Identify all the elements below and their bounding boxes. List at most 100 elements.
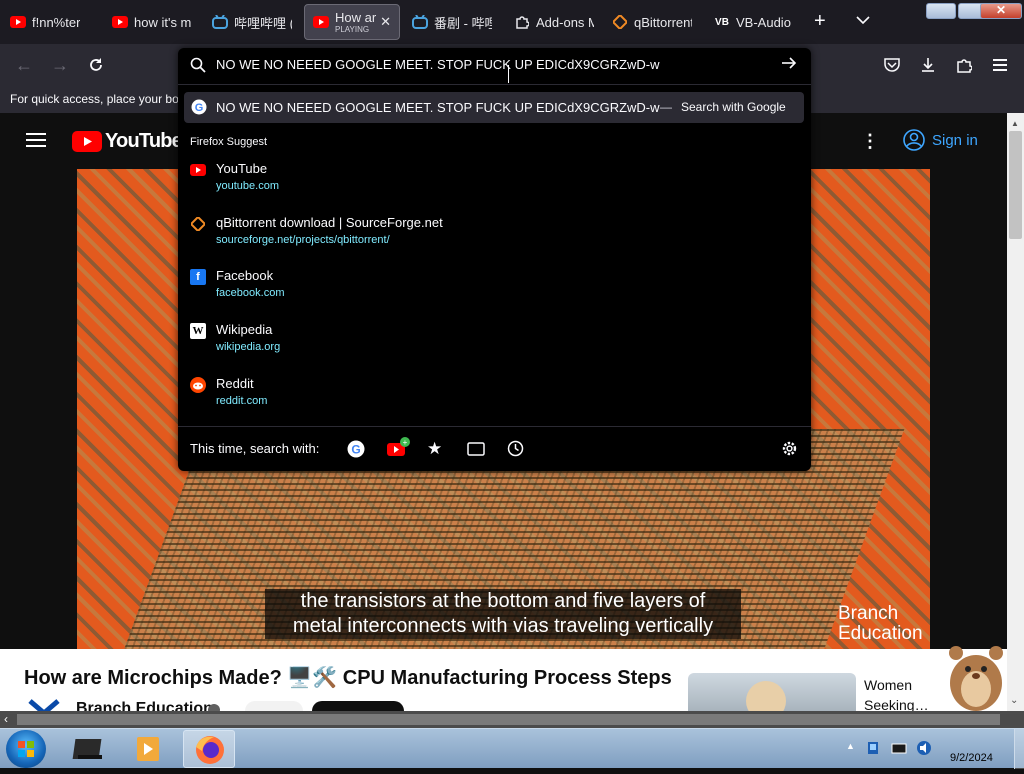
ad-person-image [746,681,786,711]
watermark-line-1: Branch [838,603,899,624]
this-time-search-label: This time, search with: [190,441,320,456]
list-all-tabs-chevron-icon[interactable] [856,12,870,30]
horizontal-scroll-thumb[interactable] [17,714,1000,725]
tab-label: qBittorrent [634,14,692,30]
ad-thumbnail[interactable] [688,673,856,711]
tab-3[interactable]: 哔哩哔哩 ( [212,4,292,40]
scroll-down-arrow-icon[interactable]: ⌄ [1010,695,1018,706]
downloads-icon[interactable] [916,53,940,77]
youtube-logo[interactable]: YouTube [72,130,183,153]
youtube-engine-icon[interactable]: + [387,437,411,460]
firefox-suggest-heading: Firefox Suggest [190,136,268,148]
minimize-button[interactable] [926,3,956,19]
scroll-up-arrow-icon[interactable]: ▲ [1011,119,1019,128]
tab-label: Add-ons M [536,14,594,30]
sign-in-button[interactable]: Sign in [903,129,978,151]
suggestion-url: youtube.com [216,180,279,192]
history-clock-icon[interactable] [507,440,524,460]
tabs-icon[interactable] [467,442,485,459]
puzzle-icon [514,14,530,30]
tray-display-icon[interactable] [891,742,907,754]
bookmarks-star-icon[interactable]: ★ [427,439,442,459]
taskbar-app-dark-icon[interactable] [72,735,106,763]
branch-education-watermark: Branch Education [838,604,923,644]
search-suggestion-row[interactable]: G NO WE NO NEEED GOOGLE MEET. STOP FUCK … [184,92,804,123]
tab-label: f!nn%ter [32,14,81,30]
bookmarks-hint-text: For quick access, place your boo [10,92,186,106]
suggestion-youtube[interactable]: YouTube youtube.com [190,161,790,197]
taskbar-date: 9/2/2024 [950,752,993,764]
caption-line-2: metal interconnects with vias traveling … [292,615,714,637]
qbittorrent-icon [612,14,628,30]
back-arrow-icon[interactable]: ← [12,53,36,77]
go-arrow-icon[interactable] [781,55,797,76]
ad-text[interactable]: Women Seeking… [864,675,929,715]
reload-icon[interactable] [84,53,108,77]
new-tab-plus-icon[interactable]: + [814,10,826,33]
google-engine-icon[interactable]: G [347,440,365,461]
watermark-line-2: Education [838,623,923,644]
search-settings-gear-icon[interactable] [781,440,798,460]
suggestion-reddit[interactable]: Reddit reddit.com [190,376,790,412]
horizontal-scrollbar[interactable]: ‹ [0,711,1024,728]
tray-network-icon[interactable] [866,740,880,756]
show-hidden-icons-icon[interactable]: ▲ [846,741,855,751]
suggestion-title: qBittorrent download | SourceForge.net [216,215,443,230]
tab-label: How are [335,10,377,25]
text-cursor-icon [508,65,509,83]
svg-text:G: G [351,443,360,457]
start-button[interactable] [6,730,46,768]
tab-label: VB-Audio V [736,14,794,30]
suggestion-facebook[interactable]: f Facebook facebook.com [190,268,790,304]
suggestion-title: Reddit [216,376,254,391]
forward-arrow-icon[interactable]: → [48,53,72,77]
reddit-icon [190,377,206,393]
firefox-taskbar-button[interactable] [183,730,235,768]
guide-menu-icon[interactable] [26,132,46,153]
bilibili-icon [412,14,428,30]
tab-8[interactable]: VB VB-Audio V [714,4,794,40]
tab-1[interactable]: f!nn%ter [10,4,90,40]
tab-active[interactable]: How are PLAYING ✕ [304,4,400,40]
suggestion-title: YouTube [216,161,268,176]
caption-line-1: the transistors at the bottom and five l… [300,590,706,612]
youtube-icon [112,14,128,30]
youtube-logo-icon [72,131,102,152]
windows-taskbar: ▲ 9/2/2024 [0,728,1024,769]
urlbar-divider [178,84,811,85]
pocket-icon[interactable] [880,53,904,77]
vertical-scrollbar[interactable]: ▲ ⌄ [1007,113,1024,711]
suggestion-wikipedia[interactable]: W Wikipedia wikipedia.org [190,322,790,358]
scroll-left-arrow-icon[interactable]: ‹ [4,712,8,726]
vb-audio-icon: VB [715,16,729,28]
youtube-icon [10,14,26,30]
tab-7[interactable]: qBittorrent [612,4,692,40]
tab-close-icon[interactable]: ✕ [380,14,391,30]
tab-6[interactable]: Add-ons M [514,4,594,40]
media-player-icon[interactable] [134,735,164,763]
qbittorrent-icon [190,216,206,232]
suggestion-url: wikipedia.org [216,341,281,353]
facebook-icon: f [190,269,206,285]
extensions-puzzle-icon[interactable] [952,53,976,77]
suggestion-query: NO WE NO NEEED GOOGLE MEET. STOP FUCK UP… [216,100,660,115]
menu-hamburger-icon[interactable] [988,53,1012,77]
suggestion-url: reddit.com [216,395,268,407]
video-title: How are Microchips Made? 🖥️🛠️ CPU Manufa… [24,667,672,689]
search-icon [190,57,206,78]
wikipedia-icon: W [190,323,206,339]
tab-title-block: How are PLAYING [335,10,376,34]
settings-more-icon[interactable]: ⋮ [861,131,879,151]
tray-volume-icon[interactable] [916,740,932,756]
url-input[interactable]: NO WE NO NEEED GOOGLE MEET. STOP FUCK UP… [216,57,660,72]
show-desktop-button[interactable] [1014,729,1024,769]
suggestion-qbittorrent[interactable]: qBittorrent download | SourceForge.net s… [190,215,790,251]
tab-strip: f!nn%ter how it's m 哔哩哔哩 ( How are PLAYI… [0,0,1024,44]
youtube-logo-text: YouTube [105,130,183,152]
tab-5[interactable]: 番剧 - 哔哩 [412,4,492,40]
close-window-button[interactable]: ✕ [980,3,1022,19]
ad-line-1: Women [864,677,912,693]
vertical-scroll-thumb[interactable] [1009,131,1022,239]
tab-2[interactable]: how it's m [112,4,192,40]
suggestion-title: Wikipedia [216,322,273,337]
